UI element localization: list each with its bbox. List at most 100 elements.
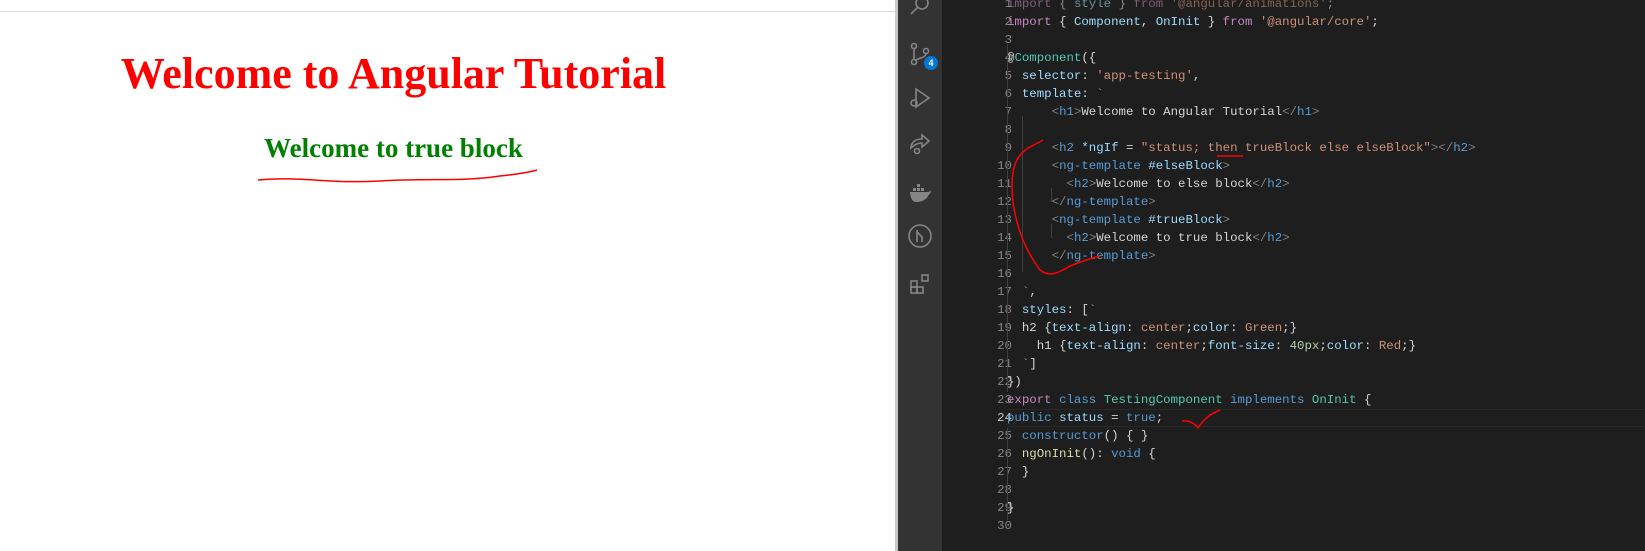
code-line[interactable]: `] [1007, 355, 1037, 373]
git-graph-icon[interactable] [904, 220, 936, 252]
code-token: '@angular/animations' [1170, 0, 1327, 11]
code-token: center [1155, 339, 1201, 353]
code-line[interactable]: h1 {text-align: center;font-size: 40px;c… [1007, 337, 1416, 355]
code-token: </ [1051, 249, 1067, 263]
code-token: constructor [1007, 429, 1104, 443]
indent-guide [1022, 116, 1023, 272]
line-number: 14 [997, 231, 1012, 245]
code-token: ng-template [1059, 213, 1149, 227]
code-line[interactable]: <ng-template #trueBlock> [1007, 211, 1230, 229]
code-token: , [1140, 15, 1156, 29]
code-token: Welcome to true block [1096, 231, 1253, 245]
line-number: 3 [1004, 33, 1012, 47]
code-token: () { } [1103, 429, 1149, 443]
code-token: ; [1185, 321, 1193, 335]
code-token: OnInit [1155, 15, 1201, 29]
code-token: ;} [1401, 339, 1417, 353]
code-token: OnInit [1311, 393, 1364, 407]
code-line[interactable]: import { style } from '@angular/animatio… [1007, 0, 1334, 13]
code-line[interactable]: <ng-template #elseBlock> [1007, 157, 1230, 175]
code-line[interactable]: <h2 *ngIf = "status; then trueBlock else… [1007, 139, 1476, 157]
line-number: 5 [1004, 69, 1012, 83]
line-number: 23 [997, 393, 1012, 407]
run-debug-icon[interactable] [904, 82, 936, 114]
live-share-icon[interactable] [904, 128, 936, 160]
line-number: 29 [997, 501, 1012, 515]
code-line[interactable]: styles: [` [1007, 301, 1096, 319]
line-number: 30 [997, 519, 1012, 533]
code-token: Green [1244, 321, 1283, 335]
code-line[interactable]: </ng-template> [1007, 193, 1156, 211]
code-token: > [1311, 105, 1320, 119]
code-line[interactable]: </ng-template> [1007, 247, 1156, 265]
code-token: *ngIf [1081, 141, 1119, 155]
code-token: ngOnInit [1007, 447, 1082, 461]
code-token: < [1051, 141, 1060, 155]
code-token: > [1468, 141, 1476, 155]
search-icon[interactable] [904, 0, 936, 22]
code-line[interactable]: <h1>Welcome to Angular Tutorial</h1> [1007, 103, 1320, 121]
code-line[interactable]: `, [1007, 283, 1037, 301]
code-token: </ [1252, 231, 1268, 245]
code-token: ; [1319, 339, 1327, 353]
code-token: text-align [1066, 339, 1141, 353]
code-token: center [1140, 321, 1186, 335]
code-line[interactable]: }) [1007, 373, 1022, 391]
code-token: < [1066, 177, 1074, 191]
code-line[interactable]: <h2>Welcome to true block</h2> [1007, 229, 1290, 247]
line-number: 28 [997, 483, 1012, 497]
code-token: { [1059, 339, 1067, 353]
code-line[interactable]: public status = true; [1007, 409, 1163, 427]
extensions-icon[interactable] [904, 268, 936, 300]
code-line[interactable]: @Component({ [1007, 49, 1096, 67]
code-line[interactable]: template: ` [1007, 85, 1104, 103]
line-number: 11 [997, 177, 1012, 191]
code-token: { [1059, 0, 1074, 11]
code-token: } [1118, 0, 1134, 11]
line-number: 22 [997, 375, 1012, 389]
code-editor[interactable]: 1 import { style } from '@angular/animati… [942, 0, 1645, 551]
code-token: export [1007, 393, 1060, 407]
docker-icon[interactable] [904, 176, 936, 208]
code-line[interactable]: } [1007, 499, 1014, 517]
code-token: #elseBlock [1148, 159, 1223, 173]
code-token: < [1051, 159, 1060, 173]
line-number: 20 [997, 339, 1012, 353]
code-line[interactable]: import { Component, OnInit } from '@angu… [1007, 13, 1379, 31]
code-line[interactable]: export class TestingComponent implements… [1007, 391, 1371, 409]
code-token: (): [1081, 447, 1112, 461]
browser-preview: Welcome to Angular Tutorial Welcome to t… [0, 0, 895, 551]
code-token: #trueBlock [1148, 213, 1223, 227]
line-number: 26 [997, 447, 1012, 461]
code-line[interactable]: constructor() { } [1007, 427, 1148, 445]
code-token: : [1081, 87, 1097, 101]
code-token: Welcome to Angular Tutorial [1081, 105, 1283, 119]
line-number: 6 [1004, 87, 1012, 101]
code-token: from [1133, 0, 1171, 11]
indent-guide [1007, 428, 1008, 520]
code-token: , [1029, 285, 1037, 299]
code-token: ({ [1081, 51, 1097, 65]
indent-guide [1051, 188, 1052, 202]
source-control-badge: 4 [924, 56, 938, 70]
code-token: { [1059, 15, 1074, 29]
code-token: selector [1007, 69, 1082, 83]
code-line[interactable]: h2 {text-align: center;color: Green;} [1007, 319, 1297, 337]
code-line[interactable]: ngOnInit(): void { [1007, 445, 1156, 463]
code-token: Red [1378, 339, 1402, 353]
source-control-icon[interactable]: 4 [904, 38, 938, 70]
code-line[interactable]: selector: 'app-testing', [1007, 67, 1200, 85]
code-line[interactable]: <h2>Welcome to else block</h2> [1007, 175, 1290, 193]
code-token: Component [1073, 15, 1141, 29]
line-number: 10 [997, 159, 1012, 173]
code-token: import [1007, 15, 1060, 29]
code-line[interactable]: } [1007, 463, 1029, 481]
code-token: ] [1029, 357, 1037, 371]
line-number: 17 [997, 285, 1012, 299]
code-token: , [1192, 69, 1201, 83]
code-token: </ [1051, 195, 1067, 209]
line-number: 15 [997, 249, 1012, 263]
